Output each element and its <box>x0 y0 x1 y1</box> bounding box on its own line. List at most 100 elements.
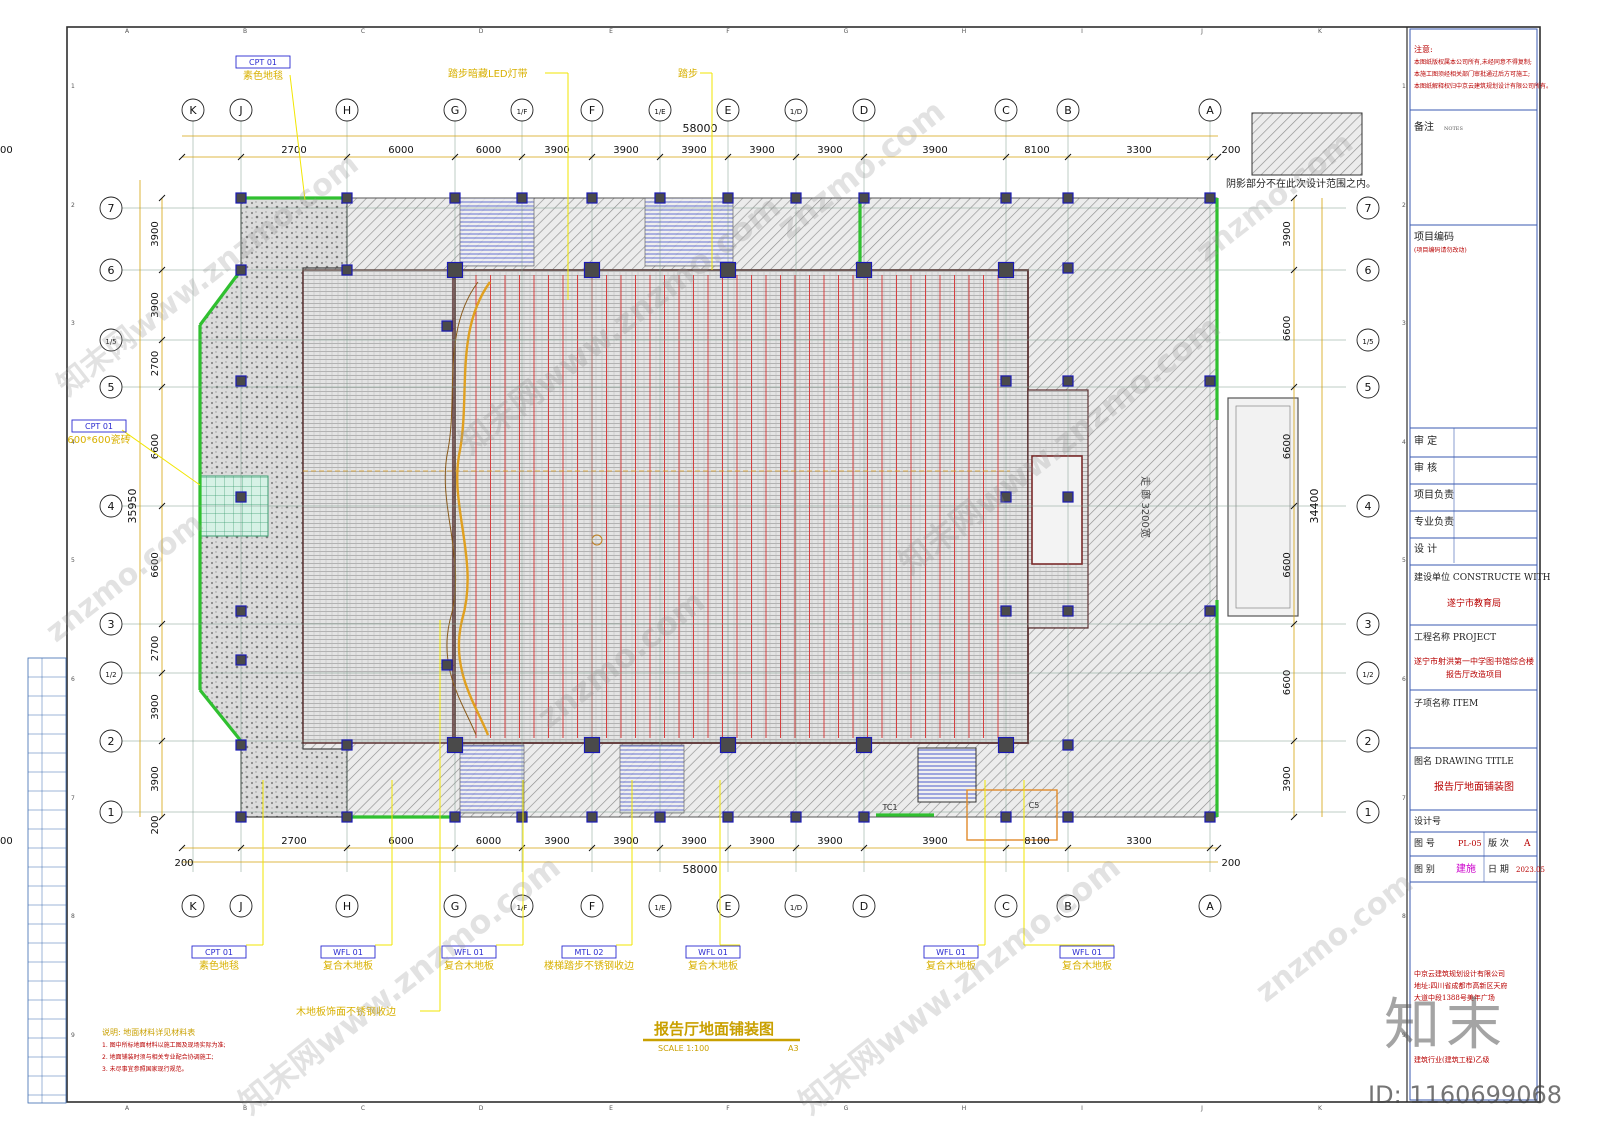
grid-bubble-col-label: J <box>238 104 242 117</box>
bottom-dimension-label: 2700 <box>281 836 306 847</box>
grid-bubble-col-label: A <box>1206 104 1214 117</box>
structural-column <box>586 811 598 823</box>
sheet-ref-letter: E <box>609 28 613 35</box>
sheet-ref-number: 7 <box>71 795 75 802</box>
titleblock-construct-value: 遂宁市教育局 <box>1447 597 1501 609</box>
structural-column <box>1000 375 1012 387</box>
titleblock-category-label: 图 别 <box>1414 864 1435 875</box>
structural-column <box>858 192 870 204</box>
structural-column <box>586 192 598 204</box>
edge-dimension-label: 200 <box>1221 858 1240 869</box>
sheet-ref-letter: A <box>125 1105 130 1112</box>
structural-column <box>235 739 247 751</box>
callout-bottom-text: 复合木地板 <box>444 959 494 972</box>
callout-bottom-code: WFL 01 <box>333 948 363 957</box>
sheet-ref-number: 2 <box>1402 202 1406 209</box>
bottom-dimension-label: 8100 <box>0 836 13 847</box>
sheet-ref-letter: B <box>243 1105 247 1112</box>
floor-plan-canvas: AABBCCDDEEFFGGHHIIJJKK1 12 23 34 45 56 67 78 89 9… <box>0 26 1552 1112</box>
titleblock-drawing-title-label: 图名 DRAWING TITLE <box>1414 755 1514 767</box>
grid-bubble-col-label: 1/F <box>517 108 528 116</box>
structural-column <box>235 811 247 823</box>
legend-hatch-label: 阴影部分不在此次设计范围之内。 <box>1226 177 1376 190</box>
seating-floor <box>454 269 1029 744</box>
structural-column <box>516 192 528 204</box>
stair-lower-left <box>459 744 525 814</box>
grid-bubble-row-label: 1 <box>108 806 115 819</box>
top-dimension-label: 3900 <box>613 145 638 156</box>
grid-bubble-col-label: C <box>1002 104 1010 117</box>
grid-bubble-row-label: 1/2 <box>105 671 116 679</box>
sheet-ref-letter: K <box>1318 1105 1323 1112</box>
top-dimension-label: 3900 <box>544 145 569 156</box>
structural-column <box>997 736 1015 754</box>
sheet-ref-letter: F <box>726 1105 730 1112</box>
grid-bubble-row-label: 5 <box>1365 381 1372 394</box>
entrance-canopy <box>1227 397 1299 617</box>
callout-bottom-code: WFL 01 <box>936 948 966 957</box>
structural-column <box>449 811 461 823</box>
structural-column <box>235 375 247 387</box>
structural-column <box>1204 811 1216 823</box>
grid-bubble-col-label: E <box>725 104 732 117</box>
bottom-dimension-label: 3900 <box>922 836 947 847</box>
grid-bubble-row-label: 4 <box>108 500 115 513</box>
sheet-ref-letter: A <box>125 28 130 35</box>
structural-column <box>1062 375 1074 387</box>
titleblock-date-value: 2023.05 <box>1516 866 1545 874</box>
edge-dimension-label: 200 <box>1221 145 1240 156</box>
legend-hatch-swatch <box>1251 112 1363 176</box>
revision-table <box>27 657 67 1104</box>
sheet-ref-letter: K <box>1318 28 1323 35</box>
structural-column <box>790 811 802 823</box>
right-overall-label: 34400 <box>1308 489 1321 524</box>
door-label: C5 <box>1029 801 1040 810</box>
top-dimension-label: 3900 <box>817 145 842 156</box>
sheet-ref-letter: J <box>1200 1105 1203 1112</box>
grid-bubble-col-label: 1/D <box>790 108 802 116</box>
control-room <box>1031 455 1083 565</box>
structural-column <box>654 811 666 823</box>
top-dimension-label: 3900 <box>922 145 947 156</box>
grid-bubble-col-label: F <box>589 900 595 913</box>
general-note: 2. 地面铺装时须与相关专业配合协调施工; <box>102 1053 214 1061</box>
titleblock-version-value: A <box>1523 839 1531 849</box>
right-dimension-label: 6600 <box>1282 316 1293 341</box>
grid-bubble-row-label: 3 <box>1365 618 1372 631</box>
sheet-ref-letter: H <box>962 28 967 35</box>
structural-column <box>1000 811 1012 823</box>
top-dimension-label: 3900 <box>681 145 706 156</box>
sheet-ref-number: 3 <box>1402 320 1406 327</box>
structural-column <box>790 192 802 204</box>
stage-floor <box>302 269 454 744</box>
left-dimension-label: 3900 <box>150 694 161 719</box>
general-note: 3. 未尽事宜参照国家现行规范。 <box>102 1065 188 1073</box>
grid-bubble-row-label: 1/5 <box>105 338 116 346</box>
structural-column <box>1062 739 1074 751</box>
structural-column <box>235 654 247 666</box>
titleblock-frame <box>1409 28 1538 1101</box>
titleblock-company-line: 中京云建筑规划设计有限公司 <box>1414 969 1505 978</box>
structural-column <box>855 736 873 754</box>
drawing-title: 报告厅地面铺装图 <box>654 1020 774 1038</box>
grid-bubble-col-label: J <box>238 900 242 913</box>
callout-bottom-text: 素色地毯 <box>199 959 239 972</box>
top-dimension-label: 8100 <box>1024 145 1049 156</box>
top-dimension-label: 2700 <box>281 145 306 156</box>
grid-bubble-col-label: 1/E <box>654 108 665 116</box>
grid-bubble-col-label: B <box>1064 900 1072 913</box>
structural-column <box>235 605 247 617</box>
structural-column <box>654 192 666 204</box>
bottom-dimension-label: 6000 <box>476 836 501 847</box>
grid-bubble-row-label: 6 <box>108 264 115 277</box>
callout-top-text: 素色地毯 <box>243 69 283 82</box>
titleblock-project-label: 工程名称 PROJECT <box>1414 631 1496 643</box>
grid-bubble-col-label: D <box>860 104 868 117</box>
grid-bubble-row-label: 1/5 <box>1362 338 1373 346</box>
sheet-ref-number: 4 <box>1402 439 1406 446</box>
sheet-ref-letter: I <box>1081 1105 1083 1112</box>
structural-column <box>1204 375 1216 387</box>
structural-column <box>1062 192 1074 204</box>
left-dimension-label: 6600 <box>150 552 161 577</box>
structural-column <box>1062 811 1074 823</box>
